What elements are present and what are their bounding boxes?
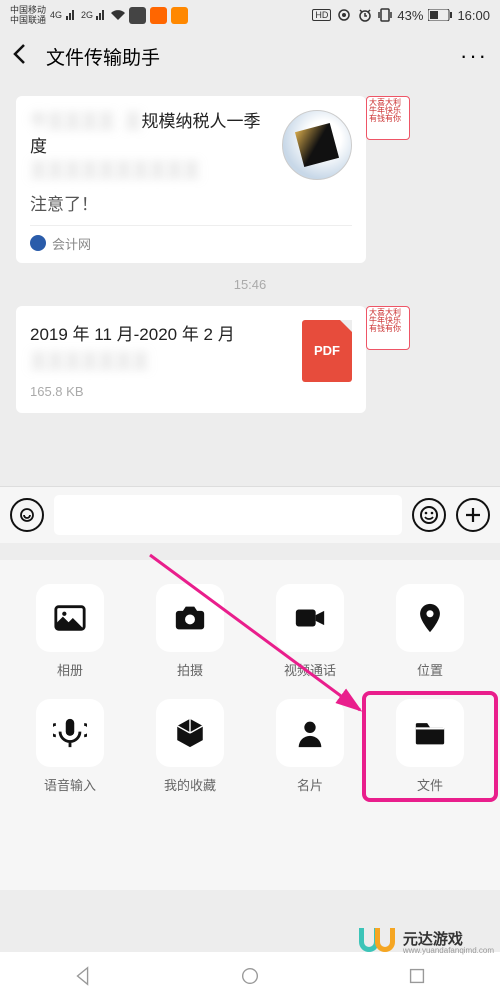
watermark: 元达游戏 www.yuandafanqimd.com (359, 928, 494, 958)
panel-item-contact-card[interactable]: 名片 (250, 699, 370, 794)
attachment-panel: 相册 拍摄 视频通话 位置 语音输入 我的收藏 名片 文件 (0, 560, 500, 890)
clock: 16:00 (457, 8, 490, 23)
panel-item-camera[interactable]: 拍摄 (130, 584, 250, 679)
wifi-icon (111, 10, 125, 20)
battery-icon (428, 9, 452, 21)
nav-recent-icon[interactable] (406, 965, 428, 987)
folder-icon (413, 716, 447, 750)
sender-avatar[interactable]: 大喜大利牛年快乐有钱有你 (366, 306, 410, 350)
video-icon (293, 601, 327, 635)
watermark-logo-icon (359, 928, 399, 958)
file-size: 165.8 KB (30, 384, 352, 399)
panel-item-favorites[interactable]: 我的收藏 (130, 699, 250, 794)
panel-label: 文件 (417, 775, 443, 794)
app-icon-2 (150, 7, 167, 24)
android-nav-bar (0, 952, 500, 1000)
article-subtitle: 注意了！ (30, 190, 352, 215)
message-file[interactable]: PDF 2019 年 11 月-2020 年 2 月 工工工工工工工 165.8… (10, 306, 490, 413)
panel-label: 我的收藏 (164, 775, 216, 794)
nav-home-icon[interactable] (239, 965, 261, 987)
cube-icon (173, 716, 207, 750)
location-icon (413, 601, 447, 635)
nav-back-icon[interactable] (72, 965, 94, 987)
emoji-button[interactable] (412, 498, 446, 532)
article-source: 会计网 (30, 225, 352, 253)
panel-label: 名片 (297, 775, 323, 794)
more-button[interactable]: ··· (460, 43, 488, 69)
nav-bar: 文件传输助手 ··· (0, 30, 500, 82)
panel-item-file[interactable]: 文件 (362, 691, 498, 802)
app-icon-1 (129, 7, 146, 24)
carrier-labels: 中国移动 中国联通 (10, 5, 46, 25)
alarm-icon (357, 7, 373, 23)
input-bar (0, 486, 500, 543)
back-button[interactable] (12, 43, 36, 70)
page-title: 文件传输助手 (46, 43, 460, 70)
panel-label: 相册 (57, 660, 83, 679)
voice-button[interactable] (10, 498, 44, 532)
photo-icon (53, 601, 87, 635)
article-title: 个工工工工 工规模纳税人一季度 工工工工工工工工工工 (30, 110, 352, 184)
panel-label: 位置 (417, 660, 443, 679)
vibrate-icon (378, 7, 392, 23)
hd-icon: HD (312, 9, 331, 21)
network-icon: 4G (50, 10, 62, 20)
mic-icon (53, 716, 87, 750)
sender-avatar[interactable]: 大喜大利牛年快乐有钱有你 (366, 96, 410, 140)
camera-icon (173, 601, 207, 635)
signal-icons: 2G (66, 10, 125, 20)
panel-label: 拍摄 (177, 660, 203, 679)
panel-item-photos[interactable]: 相册 (10, 584, 130, 679)
panel-item-voice-input[interactable]: 语音输入 (10, 699, 130, 794)
panel-label: 视频通话 (284, 660, 336, 679)
message-article[interactable]: 个工工工工 工规模纳税人一季度 工工工工工工工工工工 注意了！ 会计网 大喜大利… (10, 96, 490, 263)
panel-item-video-call[interactable]: 视频通话 (250, 584, 370, 679)
watermark-url: www.yuandafanqimd.com (403, 947, 494, 955)
eye-icon (336, 7, 352, 23)
timestamp: 15:46 (10, 277, 490, 292)
source-icon (30, 235, 46, 251)
watermark-brand: 元达游戏 (403, 932, 494, 947)
battery-percent: 43% (397, 8, 423, 23)
status-bar: 中国移动 中国联通 4G 2G HD 43% 16:00 (0, 0, 500, 30)
app-icon-3 (171, 7, 188, 24)
message-input[interactable] (54, 495, 402, 535)
plus-button[interactable] (456, 498, 490, 532)
person-icon (293, 716, 327, 750)
panel-item-location[interactable]: 位置 (370, 584, 490, 679)
panel-label: 语音输入 (44, 775, 96, 794)
pdf-icon: PDF (302, 320, 352, 382)
